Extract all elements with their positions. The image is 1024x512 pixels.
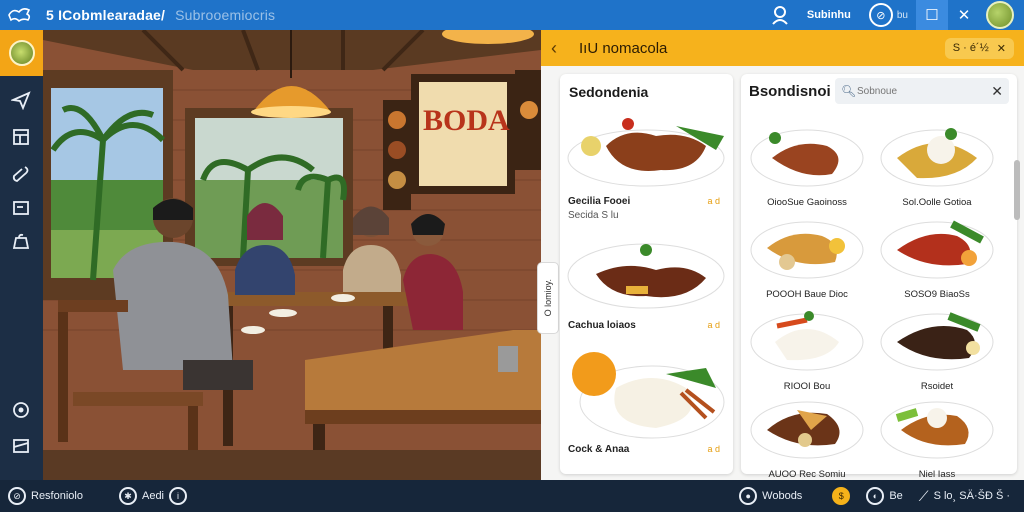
salad-plate-icon bbox=[880, 401, 994, 459]
scrollbar-thumb[interactable] bbox=[1014, 160, 1020, 220]
status-right-1[interactable]: ● Wobods bbox=[731, 487, 810, 505]
app-title: 5 ICobmlearadae/Subrooemiocris bbox=[46, 7, 275, 23]
rice-plate-icon bbox=[750, 311, 864, 371]
grid-title: Bsondisnoi bbox=[749, 83, 831, 100]
rice-bowl-icon bbox=[880, 128, 994, 187]
status-right-label-1: Wobods bbox=[762, 490, 803, 502]
dish-tile[interactable]: SOSO9 BiaoSs bbox=[877, 210, 997, 300]
help-button[interactable]: ⊘ bu bbox=[861, 0, 916, 30]
dish-name: OiooSue Gaoinoss bbox=[767, 197, 847, 208]
dish-tile[interactable]: POOOH Baue Dioc bbox=[747, 210, 867, 300]
status-left-label: Resfoniolo bbox=[31, 490, 83, 502]
wings-plate-icon bbox=[750, 129, 864, 187]
home-logo-icon bbox=[8, 40, 35, 66]
panel-header: ‹ IıU nomacola S · é´½ ✕ bbox=[541, 30, 1024, 66]
status-nav-label: Aedi bbox=[141, 490, 165, 502]
dish-name: Cock & Anaa bbox=[568, 444, 630, 455]
app-title-text: 5 ICobmlearadae/ bbox=[46, 7, 166, 23]
maximize-button[interactable]: ☐ bbox=[916, 0, 948, 30]
dish-tile[interactable]: RIOOI Bou bbox=[747, 302, 867, 392]
clock-icon: ◐ bbox=[866, 487, 885, 505]
terminal-icon[interactable] bbox=[9, 196, 33, 220]
status-left[interactable]: ⊘ Resfoniolo bbox=[0, 487, 91, 505]
side-tab[interactable]: O lomioy. bbox=[537, 262, 559, 334]
back-arrow-icon[interactable]: ‹ bbox=[551, 38, 573, 59]
status-right-3[interactable]: ⟋ S lo¸ SÄ·ŠÐ Š · bbox=[911, 488, 1018, 505]
beef-plate-icon bbox=[880, 220, 994, 279]
send-icon[interactable] bbox=[9, 88, 33, 112]
status-nav[interactable]: ✱ Aedi i bbox=[111, 487, 195, 505]
panel-title: IıU nomacola bbox=[579, 39, 668, 57]
dragon-logo-icon bbox=[0, 0, 40, 30]
dish-card[interactable]: Gecilia Fooei Secida S lu a d bbox=[566, 106, 728, 221]
close-icon[interactable]: ✕ bbox=[948, 0, 980, 30]
dish-price: a d bbox=[707, 320, 720, 330]
pill-label: S · é´½ bbox=[952, 42, 989, 54]
menu-panel: ‹ IıU nomacola S · é´½ ✕ O lomioy. Sedon… bbox=[537, 30, 1024, 480]
dish-tile[interactable]: Niel Iass bbox=[877, 390, 997, 480]
dish-name: Cachua loiaos bbox=[568, 320, 636, 331]
cart-icon[interactable] bbox=[9, 230, 33, 254]
dish-tile[interactable]: Sol.Oolle Gotioa bbox=[877, 118, 997, 208]
dish-name: Niel Iass bbox=[918, 469, 956, 480]
dish-tile[interactable]: AUOO Rec Somiu bbox=[747, 390, 867, 480]
sausage-plate-icon bbox=[567, 243, 725, 309]
location-icon: ⊘ bbox=[8, 487, 26, 505]
dish-subtitle: Secida S lu bbox=[568, 210, 619, 221]
home-button[interactable] bbox=[0, 30, 43, 76]
status-right-label-2: Be bbox=[889, 490, 903, 502]
clear-search-icon[interactable]: ✕ bbox=[991, 83, 1003, 100]
coin-button[interactable]: $ bbox=[824, 487, 858, 505]
dish-tile[interactable]: Rsoidet bbox=[877, 302, 997, 392]
left-sidebar bbox=[0, 30, 43, 480]
featured-title: Sedondenia bbox=[569, 84, 649, 100]
status-right-label-3: S lo¸ SÄ·ŠÐ Š · bbox=[933, 490, 1010, 502]
dish-name: SOSO9 BiaoSs bbox=[904, 289, 970, 300]
svg-text:BODA: BODA bbox=[423, 104, 510, 137]
fried-plate-icon bbox=[750, 221, 864, 279]
menu-board-icon[interactable] bbox=[9, 125, 33, 149]
dish-card[interactable]: Cock & Anaa a d bbox=[566, 348, 728, 455]
user-name-button[interactable]: Subinhu bbox=[797, 0, 861, 30]
dish-grid-card: Bsondisnoi 🔍︎ ✕ OiooSue Gaoinoss Sol.Ool… bbox=[741, 74, 1017, 480]
chicken-plate-icon bbox=[750, 401, 864, 459]
search-input[interactable] bbox=[857, 85, 992, 97]
search-box[interactable]: 🔍︎ ✕ bbox=[835, 78, 1009, 104]
dish-name: POOOH Baue Dioc bbox=[766, 289, 848, 300]
pin-icon: ● bbox=[739, 487, 758, 505]
edit-icon[interactable] bbox=[9, 162, 33, 186]
signal-icon: ⟋ bbox=[918, 487, 929, 504]
search-icon: 🔍︎ bbox=[841, 84, 857, 98]
featured-card: Sedondenia Gecilia Fooei Secida S lu a d… bbox=[560, 74, 733, 474]
title-bar: 5 ICobmlearadae/Subrooemiocris Subinhu ⊘… bbox=[0, 0, 1024, 30]
window-icon[interactable] bbox=[9, 434, 33, 458]
dish-tile[interactable]: OiooSue Gaoinoss bbox=[747, 118, 867, 208]
rice-plate-icon bbox=[572, 352, 725, 439]
scrollbar[interactable] bbox=[1014, 120, 1020, 500]
dish-name: Sol.Oolle Gotioa bbox=[902, 197, 972, 208]
user-icon[interactable] bbox=[763, 0, 797, 30]
app-subtitle: Subrooemiocris bbox=[175, 7, 276, 23]
dish-name: Gecilia Fooei bbox=[568, 196, 631, 207]
info-icon: i bbox=[169, 487, 188, 505]
restaurant-photo: BODA bbox=[43, 30, 541, 480]
dish-price: a d bbox=[707, 196, 720, 206]
cart-pill-button[interactable]: S · é´½ ✕ bbox=[944, 37, 1014, 59]
coin-icon: $ bbox=[832, 487, 851, 505]
side-tab-label: O lomioy. bbox=[543, 279, 553, 317]
dish-price: a d bbox=[707, 444, 720, 454]
settings-icon[interactable] bbox=[9, 398, 33, 422]
status-bar: ⊘ Resfoniolo ✱ Aedi i ● Wobods $ ◐ Be ⟋ … bbox=[0, 480, 1024, 512]
avatar[interactable] bbox=[986, 1, 1014, 29]
noodle-plate-icon bbox=[880, 312, 994, 371]
gear-icon: ✱ bbox=[118, 487, 137, 505]
grilled-chicken-plate-icon bbox=[567, 118, 725, 187]
status-right-2[interactable]: ◐ Be bbox=[858, 487, 910, 505]
dish-card[interactable]: Cachua loiaos a d bbox=[566, 230, 728, 331]
dish-name: AUOO Rec Somiu bbox=[768, 469, 846, 480]
help-label: bu bbox=[896, 9, 908, 21]
compass-icon: ⊘ bbox=[868, 3, 893, 27]
close-icon: ✕ bbox=[996, 42, 1006, 55]
